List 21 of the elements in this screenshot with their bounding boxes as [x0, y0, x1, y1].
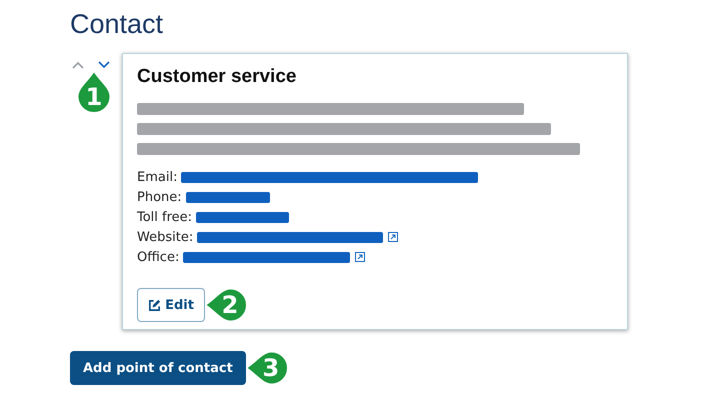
- field-label: Office:: [137, 250, 180, 264]
- redacted-link-bar[interactable]: [196, 212, 290, 222]
- edit-icon: [148, 298, 162, 312]
- card-title: Customer service: [137, 66, 298, 88]
- step-badge: 2: [205, 287, 247, 323]
- external-link-icon[interactable]: [388, 232, 398, 242]
- add-contact-button[interactable]: Add point of contact: [70, 351, 246, 385]
- redacted-link-bar[interactable]: [183, 252, 350, 262]
- chevron-down-icon[interactable]: [98, 61, 110, 69]
- external-link-icon[interactable]: [355, 252, 366, 262]
- step-badge: 1: [76, 71, 112, 113]
- field-label: Website:: [137, 230, 194, 244]
- field-label: Phone:: [137, 190, 182, 204]
- field-label: Email:: [137, 170, 178, 184]
- page-heading: Contact: [70, 8, 164, 41]
- redacted-link-bar[interactable]: [197, 232, 384, 242]
- step-badge: 3: [246, 350, 288, 386]
- field-label: Toll free:: [137, 210, 192, 224]
- redacted-link-bar[interactable]: [186, 192, 270, 202]
- redacted-link-bar[interactable]: [181, 172, 478, 182]
- edit-button[interactable]: Edit: [137, 288, 205, 322]
